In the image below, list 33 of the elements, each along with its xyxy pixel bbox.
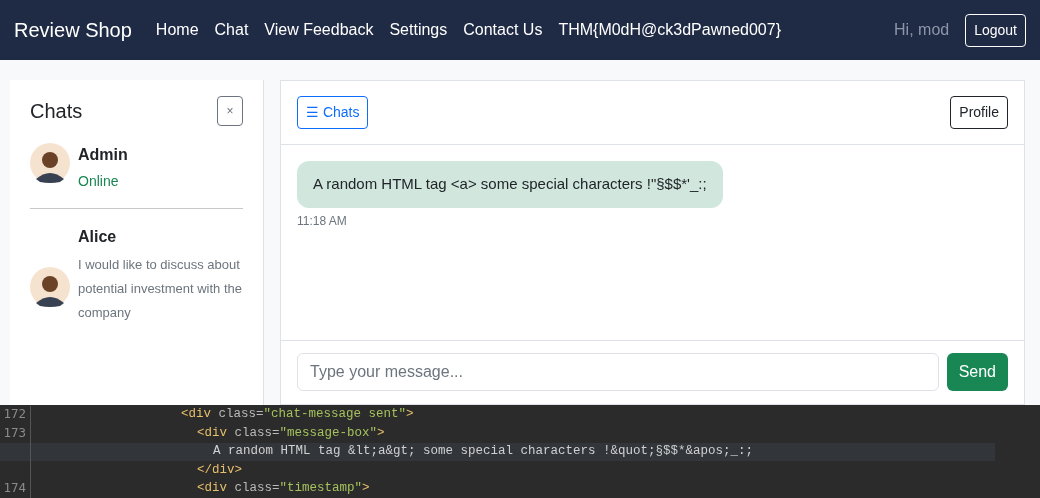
- message-bubble: A random HTML tag <a> some special characters !"§$$*'_:;: [297, 161, 723, 208]
- greeting-text: Hi, mod: [894, 20, 950, 40]
- line-number: 172: [3, 406, 26, 422]
- message-input[interactable]: Type your message...: [297, 353, 939, 391]
- line-number: 173: [3, 424, 26, 440]
- status-text: Online: [78, 172, 120, 191]
- profile-button[interactable]: Profile: [950, 96, 1008, 129]
- code-line: <div class="message-box">: [196, 424, 385, 442]
- avatar-icon: [30, 143, 70, 183]
- nav-link[interactable]: Chat: [214, 18, 249, 42]
- avatar-icon: [30, 267, 70, 307]
- nav-link[interactable]: Contact Us: [463, 18, 543, 42]
- message-preview: I would like to discuss about potential investment with the company: [78, 256, 244, 322]
- close-button[interactable]: ×: [217, 96, 243, 126]
- code-line: A random HTML tag &lt;a&gt; some special characters !&quot;§$$*&apos;_:;: [212, 443, 754, 461]
- sidebar-title: Chats: [30, 99, 83, 124]
- contact-name: Admin: [78, 145, 128, 165]
- line-number: 174: [3, 480, 26, 496]
- code-line: <div class="chat-message sent">: [180, 406, 414, 424]
- logout-button[interactable]: Logout: [965, 13, 1026, 47]
- nav-link[interactable]: Settings: [389, 18, 448, 42]
- code-line: </div>: [196, 461, 242, 479]
- brand-link[interactable]: Review Shop: [14, 15, 132, 45]
- contact-item[interactable]: Admin Online: [30, 142, 243, 209]
- code-line: <div class="timestamp">: [196, 480, 370, 498]
- contact-name: Alice: [78, 227, 118, 247]
- chats-toggle-button[interactable]: ☰ Chats: [297, 96, 369, 129]
- contact-item[interactable]: Alice I would like to discuss about potential investment with the company: [30, 209, 243, 326]
- nav-link[interactable]: THM{M0dH@ck3dPawned007}: [558, 18, 781, 42]
- message-timestamp: 11:18 AM: [297, 212, 347, 230]
- nav-link[interactable]: Home: [155, 18, 199, 42]
- nav-link[interactable]: View Feedback: [264, 18, 374, 42]
- send-button[interactable]: Send: [946, 353, 1008, 391]
